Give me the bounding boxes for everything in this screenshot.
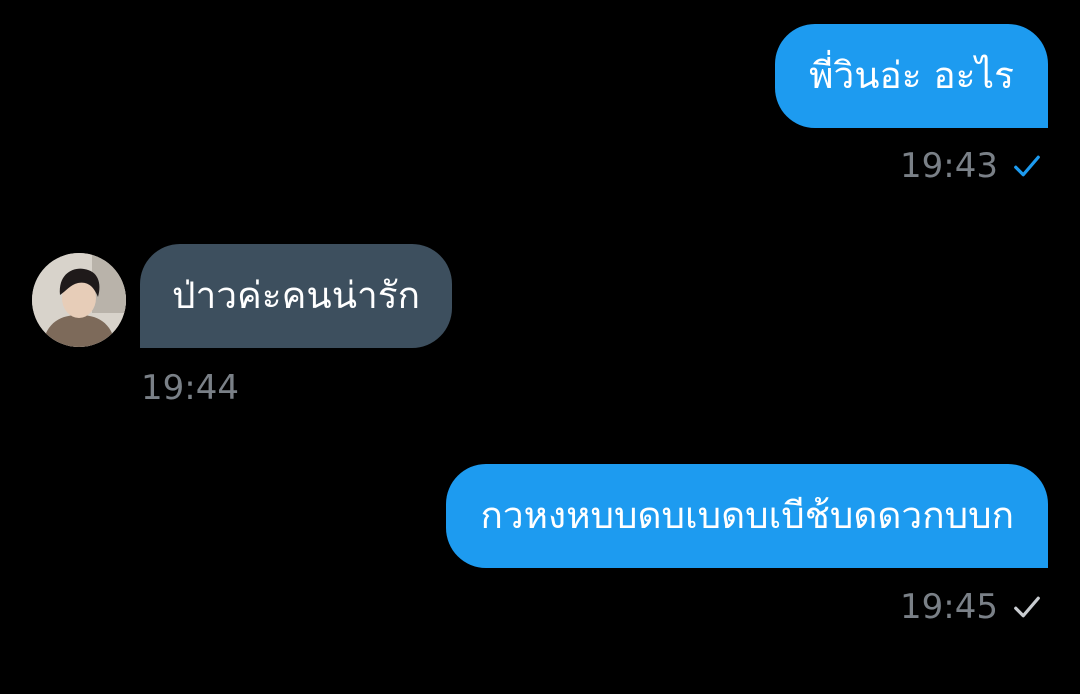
- message-text: ป่าวค่ะคนน่ารัก: [172, 274, 421, 317]
- message-meta: 19:44: [141, 368, 239, 408]
- message-meta: 19:45: [900, 587, 1042, 627]
- message-bubble-incoming[interactable]: ป่าวค่ะคนน่ารัก: [140, 244, 453, 348]
- sent-check-icon: [1014, 596, 1040, 618]
- message-timestamp: 19:44: [141, 368, 239, 408]
- read-check-icon: [1014, 155, 1040, 177]
- avatar-image: [32, 253, 126, 347]
- message-bubble-outgoing[interactable]: กวหงหบบดบเบดบเบีช้บดดวกบบก: [446, 464, 1048, 568]
- message-meta: 19:43: [900, 146, 1042, 186]
- message-timestamp: 19:45: [900, 587, 998, 627]
- message-text: พี่วินอ่ะ อะไร: [809, 54, 1014, 97]
- message-bubble-outgoing[interactable]: พี่วินอ่ะ อะไร: [775, 24, 1048, 128]
- message-timestamp: 19:43: [900, 146, 998, 186]
- message-text: กวหงหบบดบเบดบเบีช้บดดวกบบก: [480, 494, 1014, 537]
- chat-thread: พี่วินอ่ะ อะไร 19:43 ป่าวค่ะคนน่ารัก 19:…: [0, 0, 1080, 694]
- contact-avatar[interactable]: [32, 253, 126, 347]
